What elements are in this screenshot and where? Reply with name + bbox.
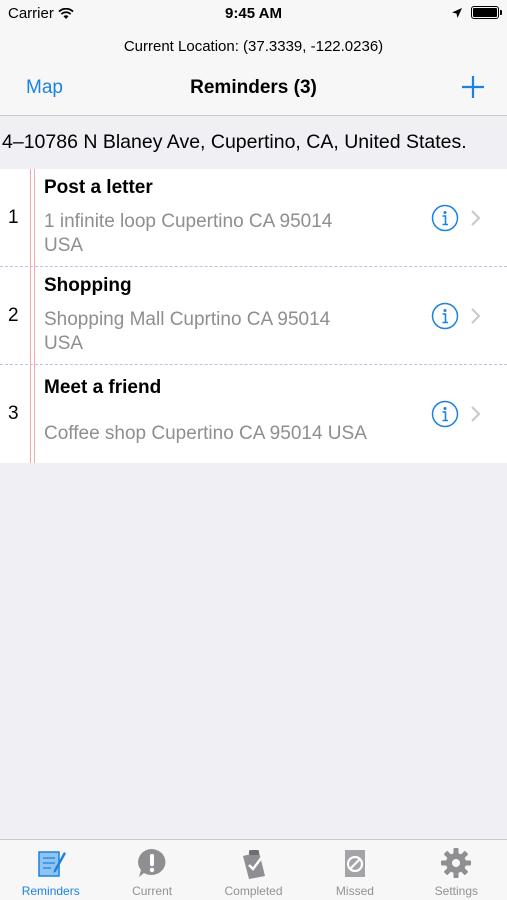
current-address-banner: 4–10786 N Blaney Ave, Cupertino, CA, Uni… (0, 117, 507, 169)
tab-settings[interactable]: Settings (406, 840, 507, 900)
margin-lines (30, 267, 35, 365)
list-item[interactable]: 2 Shopping Shopping Mall Cuprtino CA 950… (0, 267, 507, 365)
reminder-number: 1 (8, 207, 19, 228)
current-address-text: 4–10786 N Blaney Ave, Cupertino, CA, Uni… (2, 131, 467, 153)
notepad-pencil-icon (37, 851, 66, 877)
current-location-label: Current Location: (37.3339, -122.0236) (123, 38, 384, 55)
tab-label: Reminders (21, 884, 80, 898)
chevron-right-icon (471, 308, 481, 324)
location-arrow-icon (452, 7, 462, 18)
tab-bar: Reminders Current Completed Missed Setti… (0, 839, 507, 900)
reminder-address-line1: Coffee shop Cupertino CA 95014 USA (44, 423, 367, 444)
reminder-number: 3 (8, 403, 19, 424)
info-icon[interactable] (431, 204, 459, 232)
margin-lines (30, 365, 35, 463)
chevron-right-icon (471, 210, 481, 226)
status-bar: Carrier 9:45 AM (0, 0, 507, 28)
page-title: Reminders (3) (190, 77, 317, 98)
chevron-right-icon (471, 406, 481, 422)
exclamation-bubble-icon (138, 849, 166, 877)
reminder-title: Shopping (44, 275, 132, 296)
clipboard-check-icon (242, 850, 265, 879)
reminder-title: Meet a friend (44, 377, 162, 398)
tab-reminders[interactable]: Reminders (0, 840, 101, 900)
tab-label: Missed (335, 884, 374, 898)
tab-missed[interactable]: Missed (304, 840, 405, 900)
info-icon[interactable] (431, 302, 459, 330)
reminder-address-line2: USA (44, 333, 84, 354)
tab-label: Settings (434, 884, 478, 898)
battery-icon (471, 6, 502, 19)
reminder-address-line2: USA (44, 235, 84, 256)
tab-label: Completed (224, 884, 283, 898)
reminder-number: 2 (8, 305, 19, 326)
tab-completed[interactable]: Completed (203, 840, 304, 900)
margin-lines (30, 169, 35, 267)
info-icon[interactable] (431, 400, 459, 428)
reminder-title: Post a letter (44, 177, 153, 198)
reminder-address-line1: Shopping Mall Cuprtino CA 95014 (44, 309, 331, 330)
gear-icon (441, 848, 472, 878)
tab-current[interactable]: Current (101, 840, 202, 900)
tab-label: Current (132, 884, 173, 898)
navigation-bar: Current Location: (37.3339, -122.0236) M… (0, 28, 507, 116)
reminder-address-line1: 1 infinite loop Cupertino CA 95014 (44, 211, 333, 232)
add-reminder-button[interactable] (461, 75, 485, 99)
note-prohibited-icon (344, 850, 365, 877)
list-item[interactable]: 1 Post a letter 1 infinite loop Cupertin… (0, 169, 507, 267)
reminders-list: 1 Post a letter 1 infinite loop Cupertin… (0, 169, 507, 463)
list-item[interactable]: 3 Meet a friend Coffee shop Cupertino CA… (0, 365, 507, 463)
status-time: 9:45 AM (225, 5, 282, 22)
